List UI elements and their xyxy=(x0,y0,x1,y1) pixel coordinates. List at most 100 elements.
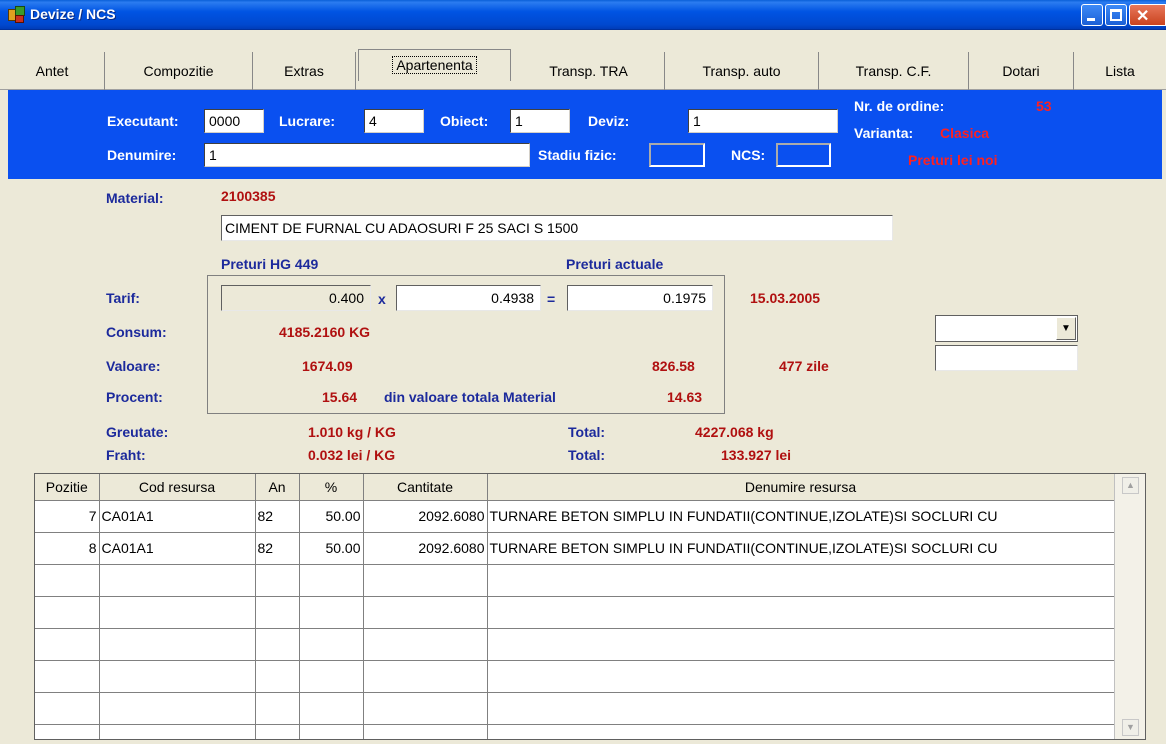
fraht-total-label: Total: xyxy=(568,447,606,463)
tab-transp-auto[interactable]: Transp. auto xyxy=(665,52,819,90)
consum-label: Consum: xyxy=(106,324,167,340)
factor-field[interactable]: 0.4938 xyxy=(396,285,541,311)
procent-text: din valoare totala Material xyxy=(384,389,556,405)
maximize-icon xyxy=(1110,9,1122,21)
col-cod-resursa[interactable]: Cod resursa xyxy=(99,474,256,501)
multiply-sign: x xyxy=(378,291,386,307)
greutate-value: 1.010 kg / KG xyxy=(308,424,396,440)
cell-cantitate[interactable]: 2092.6080 xyxy=(363,500,488,533)
cell-pozitie[interactable]: 7 xyxy=(35,500,100,533)
greutate-label: Greutate: xyxy=(106,424,169,440)
col-procent[interactable]: % xyxy=(299,474,364,501)
tab-transp-tra[interactable]: Transp. TRA xyxy=(513,52,665,90)
nr-ordine-value: 53 xyxy=(1036,98,1052,114)
app-icon xyxy=(8,6,26,24)
empty-row[interactable] xyxy=(35,660,1115,693)
preturi-note: Preturi lei noi xyxy=(908,152,998,168)
tab-antet[interactable]: Antet xyxy=(0,52,105,90)
maximize-button[interactable] xyxy=(1105,4,1127,26)
stadiu-fizic-field[interactable] xyxy=(649,143,705,167)
tab-apartenenta[interactable]: Apartenenta xyxy=(358,49,511,81)
col-pozitie[interactable]: Pozitie xyxy=(35,474,100,501)
tab-compozitie[interactable]: Compozitie xyxy=(105,52,253,90)
cell-procent[interactable]: 50.00 xyxy=(299,532,364,565)
tab-extras[interactable]: Extras xyxy=(253,52,356,90)
vertical-scrollbar[interactable]: ▲ ▼ xyxy=(1114,474,1145,739)
fraht-label: Fraht: xyxy=(106,447,146,463)
close-icon: ✕ xyxy=(1136,8,1150,25)
deviz-field[interactable]: 1 xyxy=(688,109,838,133)
empty-row[interactable] xyxy=(35,692,1115,725)
cell-an[interactable]: 82 xyxy=(255,500,300,533)
tarif-actual-field[interactable]: 0.1975 xyxy=(567,285,713,311)
material-name-field[interactable]: CIMENT DE FURNAL CU ADAOSURI F 25 SACI S… xyxy=(221,215,893,241)
cell-denumire[interactable]: TURNARE BETON SIMPLU IN FUNDATII(CONTINU… xyxy=(487,532,1115,565)
grid-header-row: Pozitie Cod resursa An % Cantitate Denum… xyxy=(35,474,1115,501)
tab-strip: Antet Compozitie Extras Apartenenta Tran… xyxy=(0,49,1166,90)
cell-cantitate[interactable]: 2092.6080 xyxy=(363,532,488,565)
material-code: 2100385 xyxy=(221,188,276,204)
cell-cod[interactable]: CA01A1 xyxy=(99,532,256,565)
executant-field[interactable]: 0000 xyxy=(204,109,264,133)
ncs-field[interactable] xyxy=(776,143,831,167)
window-title: Devize / NCS xyxy=(30,6,116,22)
minimize-button[interactable] xyxy=(1081,4,1103,26)
empty-row[interactable] xyxy=(35,724,1115,739)
table-row[interactable]: 7 CA01A1 82 50.00 2092.6080 TURNARE BETO… xyxy=(35,500,1115,533)
table-row[interactable]: 8 CA01A1 82 50.00 2092.6080 TURNARE BETO… xyxy=(35,532,1115,565)
title-bar: Devize / NCS ✕ xyxy=(0,0,1166,30)
empty-row[interactable] xyxy=(35,628,1115,661)
fraht-value: 0.032 lei / KG xyxy=(308,447,396,463)
col-an[interactable]: An xyxy=(255,474,300,501)
cell-procent[interactable]: 50.00 xyxy=(299,500,364,533)
tarif-label: Tarif: xyxy=(106,290,140,306)
executant-label: Executant: xyxy=(107,113,179,129)
scroll-up-icon[interactable]: ▲ xyxy=(1122,477,1139,494)
empty-row[interactable] xyxy=(35,564,1115,597)
procent-actual: 14.63 xyxy=(667,389,703,405)
unit-dropdown[interactable]: ▼ xyxy=(935,315,1078,342)
ncs-label: NCS: xyxy=(731,147,766,163)
col-denumire-resursa[interactable]: Denumire resursa xyxy=(487,474,1115,501)
tab-transp-cf[interactable]: Transp. C.F. xyxy=(819,52,969,90)
cell-cod[interactable]: CA01A1 xyxy=(99,500,256,533)
obiect-field[interactable]: 1 xyxy=(510,109,570,133)
close-button[interactable]: ✕ xyxy=(1129,4,1166,26)
deviz-label: Deviz: xyxy=(588,113,630,129)
chevron-down-icon[interactable]: ▼ xyxy=(1056,317,1076,340)
greutate-total: 4227.068 kg xyxy=(695,424,774,440)
consum-value: 4185.2160 KG xyxy=(279,324,371,340)
valoare-label: Valoare: xyxy=(106,358,161,374)
header-panel: Executant: 0000 Lucrare: 4 Obiect: 1 Dev… xyxy=(8,90,1162,179)
stadiu-fizic-label: Stadiu fizic: xyxy=(538,147,617,163)
nr-ordine-label: Nr. de ordine: xyxy=(854,98,945,114)
fraht-total: 133.927 lei xyxy=(721,447,792,463)
obiect-label: Obiect: xyxy=(440,113,489,129)
lucrare-label: Lucrare: xyxy=(279,113,336,129)
procent-label: Procent: xyxy=(106,389,163,405)
tab-lista[interactable]: Lista xyxy=(1074,52,1166,90)
material-label: Material: xyxy=(106,190,164,206)
tarif-date: 15.03.2005 xyxy=(750,290,821,306)
resource-grid[interactable]: Pozitie Cod resursa An % Cantitate Denum… xyxy=(34,473,1146,740)
denumire-field[interactable]: 1 xyxy=(204,143,530,167)
preturi-actuale-label: Preturi actuale xyxy=(566,256,664,272)
cell-pozitie[interactable]: 8 xyxy=(35,532,100,565)
greutate-total-label: Total: xyxy=(568,424,606,440)
empty-row[interactable] xyxy=(35,596,1115,629)
valoare-actual: 826.58 xyxy=(652,358,695,374)
cell-an[interactable]: 82 xyxy=(255,532,300,565)
denumire-label: Denumire: xyxy=(107,147,177,163)
col-cantitate[interactable]: Cantitate xyxy=(363,474,488,501)
lucrare-field[interactable]: 4 xyxy=(364,109,424,133)
tarif-hg-field[interactable]: 0.400 xyxy=(221,285,371,311)
equals-sign: = xyxy=(547,291,556,307)
scroll-down-icon[interactable]: ▼ xyxy=(1122,719,1139,736)
valoare-hg: 1674.09 xyxy=(302,358,353,374)
procent-hg: 15.64 xyxy=(322,389,358,405)
preturi-hg-label: Preturi HG 449 xyxy=(221,256,319,272)
extra-field[interactable] xyxy=(935,345,1078,371)
tab-dotari[interactable]: Dotari xyxy=(969,52,1074,90)
zile-value: 477 zile xyxy=(779,358,829,374)
cell-denumire[interactable]: TURNARE BETON SIMPLU IN FUNDATII(CONTINU… xyxy=(487,500,1115,533)
